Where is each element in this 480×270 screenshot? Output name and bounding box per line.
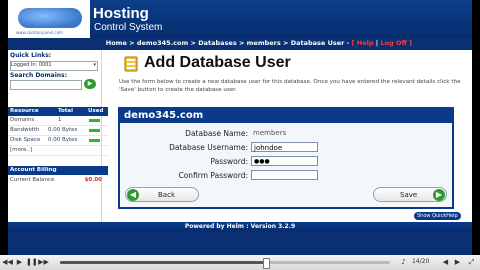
table-row: [more..] [8,146,108,156]
save-label: Save [400,191,418,199]
slide-counter: 14/20 [412,258,430,265]
resource-total: 1 [58,117,62,123]
password-field[interactable]: ●●● [251,156,318,166]
confirm-password-field[interactable] [251,170,318,180]
password-label: Password: [210,157,248,166]
footer-powered-by: Powered by Helm : Version 3.2.9 [8,222,472,232]
database-icon [124,56,138,72]
confirm-password-label: Confirm Password: [178,171,248,180]
chevron-down-icon: ▾ [93,62,96,68]
more-resources-link[interactable]: [more..] [10,147,32,153]
page-description: Use the form below to create a new datab… [119,79,461,93]
usage-bar [89,139,100,142]
brand-title: Hosting [93,5,149,22]
account-billing-header: Account Billing [8,166,108,175]
db-name-row: Database Name: [120,129,248,140]
db-name-value: members [253,129,287,137]
resource-total: 0.00 Bytes [48,127,78,133]
resource-total: 0.00 Bytes [48,137,78,143]
back-button[interactable]: ◀ Back [125,187,199,202]
current-balance-value: $0.00 [84,177,102,183]
resource-table: Resource Total Used Domains 1 Bandwidth … [8,107,108,156]
logo-subtext: www.control-panel.com [16,30,63,35]
logoff-link[interactable]: Log Off ] [380,39,412,47]
usage-bar [89,119,100,122]
fullscreen-icon[interactable]: ⤢ [466,257,477,268]
speaker-icon[interactable]: ♪ [398,257,409,268]
rewind-icon[interactable]: ◀◀ [2,257,13,268]
usage-bar [89,129,100,132]
resource-name: Bandwidth [10,127,40,133]
help-link[interactable]: [ Help [352,39,374,47]
sidebar: Quick Links: Logged In: 0001 ▾ Search Dom… [8,50,108,230]
next-slide-icon[interactable]: ▶ [452,257,463,268]
pause-icon[interactable]: ❚❚ [26,257,38,268]
form-panel: demo345.com Database Name: members Datab… [118,107,454,209]
current-balance-row: Current Balance $0.00 [8,176,108,185]
header: www.control-panel.com Hosting Control Sy… [8,0,472,38]
account-billing-label: Account Billing [10,167,57,173]
play-icon[interactable]: ▶ [14,257,25,268]
resource-table-header: Resource Total Used [8,107,108,116]
page-title: Add Database User [144,54,291,71]
breadcrumb-path[interactable]: Home > demo345.com > Databases > members… [106,39,352,47]
username-label: Database Username: [169,143,248,152]
table-row: Bandwidth 0.00 Bytes [8,126,108,136]
footer-band [8,232,472,255]
table-row: Disk Space 0.00 Bytes [8,136,108,146]
logo-graphic [18,8,82,28]
video-player-bar: ◀◀ ▶ ❚❚ ▶▶ ♪ 14/20 ◀ ▶ ⤢ [0,255,480,270]
search-go-button[interactable]: ▶ [84,79,96,89]
logo: www.control-panel.com [8,0,90,38]
prev-slide-icon[interactable]: ◀ [440,257,451,268]
confirm-row: Confirm Password: [120,171,248,182]
quick-links-value: Logged In: 0001 [11,62,52,68]
forward-icon[interactable]: ▶▶ [38,257,49,268]
back-arrow-icon: ◀ [127,189,139,201]
resource-name: Domains [10,117,35,123]
col-total: Total [58,108,74,114]
breadcrumb: Home > demo345.com > Databases > members… [106,39,412,47]
search-domains-input[interactable] [10,80,82,90]
show-quickhelp-button[interactable]: Show QuickHelp [414,212,461,220]
quick-links-select[interactable]: Logged In: 0001 ▾ [10,61,98,71]
progress-track[interactable] [60,261,390,264]
quick-links-label: Quick Links: [10,52,52,59]
panel-title: demo345.com [120,109,452,123]
breadcrumb-bar: Home > demo345.com > Databases > members… [8,38,472,50]
current-balance-label: Current Balance [10,177,55,183]
col-resource: Resource [10,108,39,114]
search-domains-label: Search Domains: [10,72,68,79]
progress-thumb[interactable] [263,258,270,269]
table-row: Domains 1 [8,116,108,126]
brand-subtitle: Control System [94,22,163,33]
username-row: Database Username: [120,143,248,154]
save-button[interactable]: Save ▶ [373,187,447,202]
db-name-label: Database Name: [185,129,248,138]
password-row: Password: [120,157,248,168]
browser-page: www.control-panel.com Hosting Control Sy… [8,0,472,255]
back-label: Back [158,191,175,199]
username-field[interactable]: johndoe [251,142,318,152]
progress-fill [60,261,265,264]
col-used: Used [88,108,104,114]
save-arrow-icon: ▶ [433,189,445,201]
resource-name: Disk Space [10,137,41,143]
